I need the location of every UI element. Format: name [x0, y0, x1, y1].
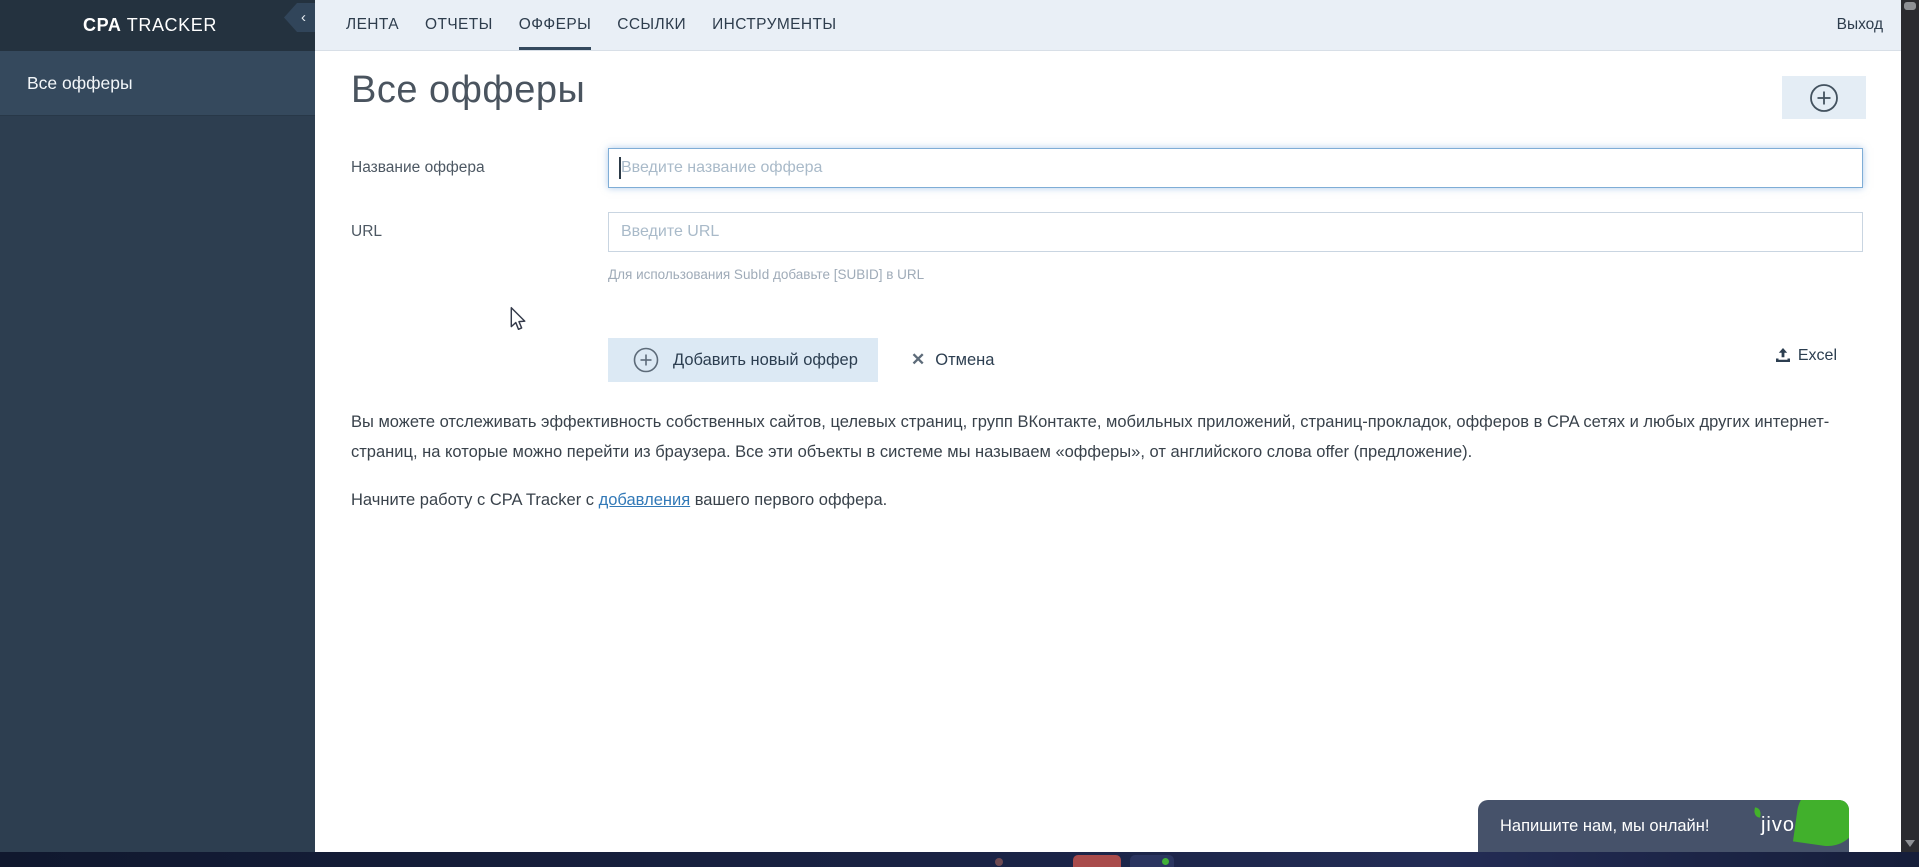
- tab-offery[interactable]: ОФФЕРЫ: [518, 0, 592, 50]
- add-offer-button[interactable]: Добавить новый оффер: [608, 338, 878, 382]
- description-block: Вы можете отслеживать эффективность собс…: [351, 407, 1856, 515]
- offer-url-input-wrap: [608, 212, 1863, 252]
- get-started-paragraph: Начните работу с CPA Tracker с добавлени…: [351, 485, 1856, 515]
- plus-circle-icon: [1810, 83, 1838, 112]
- subid-hint: Для использования SubId добавьте [SUBID]…: [608, 267, 925, 282]
- taskbar-green-dot-icon: [1162, 858, 1169, 865]
- jivo-corner-leaf-icon: [1792, 800, 1849, 851]
- taskbar-app-dark[interactable]: [1130, 855, 1174, 867]
- taskbar-app-red[interactable]: [1073, 855, 1121, 867]
- offer-url-label: URL: [351, 223, 383, 240]
- tab-lenta[interactable]: ЛЕНТА: [346, 0, 399, 50]
- offer-name-input[interactable]: [608, 148, 1863, 188]
- get-started-text: Начните работу с CPA Tracker с: [351, 491, 599, 509]
- scrollbar-thumb[interactable]: [1904, 2, 1916, 10]
- close-icon: ✕: [911, 350, 926, 369]
- taskbar-sliver: [0, 852, 1919, 867]
- brand-logo-rest: TRACKER: [121, 15, 217, 35]
- nav-tabs: ЛЕНТА ОТЧЕТЫ ОФФЕРЫ ССЫЛКИ ИНСТРУМЕНТЫ: [315, 0, 836, 50]
- taskbar-tiny-icon: [995, 858, 1003, 866]
- sidebar-item-all-offers[interactable]: Все офферы: [0, 51, 315, 116]
- form-actions: Добавить новый оффер ✕ Отмена: [608, 338, 994, 382]
- upload-icon: [1775, 348, 1790, 362]
- app-window: CPA TRACKER ‹ Все офферы ЛЕНТА ОТЧЕТЫ ОФ…: [0, 0, 1919, 867]
- tab-instrumenty[interactable]: ИНСТРУМЕНТЫ: [712, 0, 836, 50]
- jivo-chat-widget[interactable]: Напишите нам, мы онлайн! jivo: [1478, 800, 1849, 852]
- sidebar-menu: Все офферы: [0, 51, 315, 116]
- description-paragraph: Вы можете отслеживать эффективность собс…: [351, 413, 1830, 461]
- logout-link[interactable]: Выход: [1837, 0, 1883, 50]
- offer-name-label: Название оффера: [351, 159, 485, 176]
- offer-name-row: Название оффера: [351, 148, 1863, 188]
- top-navigation: ЛЕНТА ОТЧЕТЫ ОФФЕРЫ ССЫЛКИ ИНСТРУМЕНТЫ В…: [315, 0, 1901, 51]
- plus-circle-icon: [633, 347, 659, 373]
- add-offer-button-label: Добавить новый оффер: [673, 350, 858, 369]
- sidebar-collapse-button[interactable]: ‹: [284, 3, 315, 32]
- jivo-logo: jivo: [1760, 814, 1795, 836]
- chevron-left-icon: ‹: [301, 9, 306, 26]
- browser-scrollbar[interactable]: [1901, 0, 1919, 867]
- sidebar-item-label: Все офферы: [27, 72, 133, 93]
- excel-button-label: Excel: [1797, 347, 1837, 364]
- add-offer-top-button[interactable]: [1782, 76, 1866, 119]
- brand-logo-bold: CPA: [83, 15, 122, 35]
- sidebar: CPA TRACKER ‹ Все офферы: [0, 0, 315, 852]
- text-caret: [619, 157, 621, 179]
- scrollbar-down-arrow-icon[interactable]: [1905, 840, 1915, 847]
- sidebar-header: CPA TRACKER ‹: [0, 0, 315, 51]
- offer-url-input[interactable]: [608, 212, 1863, 252]
- tab-otchety[interactable]: ОТЧЕТЫ: [425, 0, 493, 50]
- page-title: Все офферы: [351, 69, 586, 111]
- excel-export-button[interactable]: Excel: [1774, 347, 1837, 365]
- offer-name-input-wrap: [608, 148, 1863, 188]
- get-started-text-tail: вашего первого оффера.: [690, 491, 888, 509]
- tab-ssylki[interactable]: ССЫЛКИ: [617, 0, 686, 50]
- add-first-offer-link[interactable]: добавления: [599, 491, 691, 509]
- cancel-button[interactable]: ✕ Отмена: [911, 350, 994, 370]
- chat-message: Напишите нам, мы онлайн!: [1500, 816, 1710, 835]
- main-content: Все офферы Название оффера URL Для испол…: [315, 51, 1901, 852]
- brand-logo: CPA TRACKER: [83, 15, 217, 36]
- cancel-button-label: Отмена: [935, 350, 995, 369]
- offer-url-row: URL: [351, 212, 1863, 252]
